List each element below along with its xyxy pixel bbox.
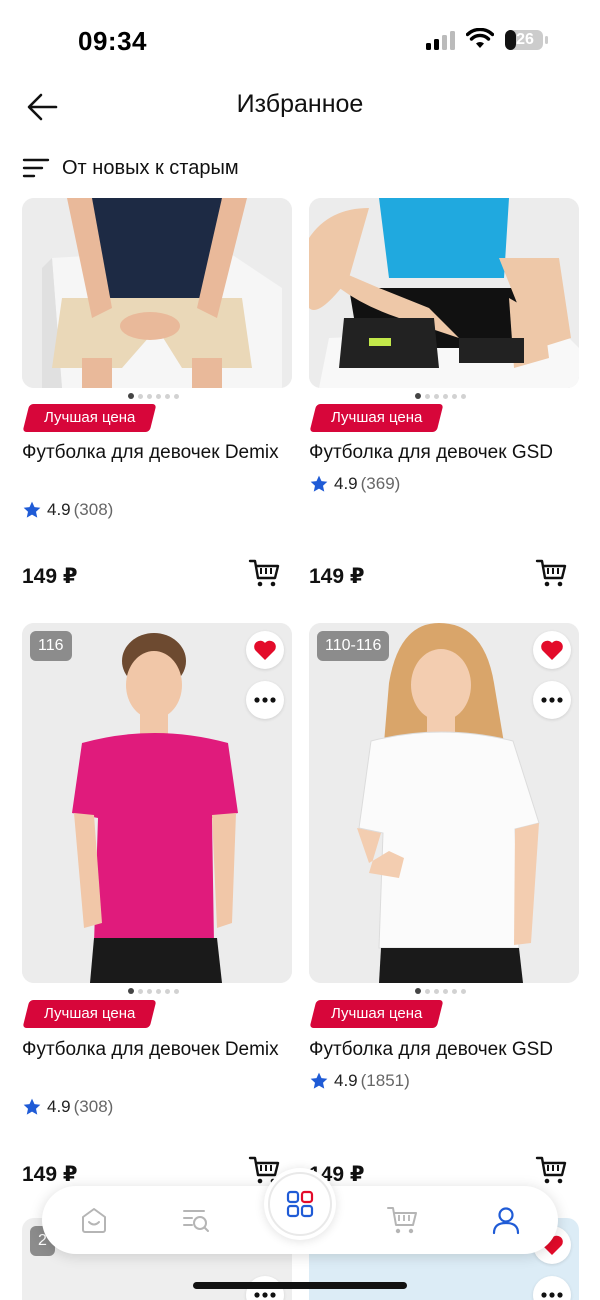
catalog-grid-button[interactable] bbox=[264, 1168, 336, 1240]
best-price-badge: Лучшая цена bbox=[22, 1000, 157, 1028]
profile-icon[interactable] bbox=[490, 1204, 522, 1236]
pager-dot bbox=[425, 393, 430, 399]
pager-dot bbox=[434, 393, 439, 399]
pager-dot bbox=[128, 393, 134, 399]
catalog-search-icon[interactable] bbox=[180, 1204, 212, 1236]
rating-value: 4.9 bbox=[47, 500, 71, 519]
product-card[interactable]: 110-116 Лучшая цена Футболка для девочек… bbox=[309, 623, 579, 1193]
more-icon bbox=[254, 697, 276, 703]
image-pager bbox=[128, 987, 179, 995]
sort-control[interactable]: От новых к старым bbox=[22, 150, 239, 186]
page-title: Избранное bbox=[236, 90, 364, 118]
rating-value: 4.9 bbox=[334, 474, 358, 493]
rating-value: 4.9 bbox=[47, 1097, 71, 1116]
wifi-icon bbox=[466, 28, 494, 48]
sort-label: От новых к старым bbox=[62, 156, 239, 179]
star-icon bbox=[310, 1072, 328, 1089]
add-to-cart-icon[interactable] bbox=[248, 558, 280, 588]
cart-icon[interactable] bbox=[386, 1204, 418, 1236]
rating-value: 4.9 bbox=[334, 1071, 358, 1090]
pager-dot bbox=[174, 988, 179, 994]
heart-icon bbox=[254, 640, 276, 660]
product-rating: 4.9 (308) bbox=[22, 1095, 113, 1119]
pager-dot bbox=[147, 393, 152, 399]
heart-icon bbox=[541, 640, 563, 660]
pager-dot bbox=[434, 988, 439, 994]
star-icon bbox=[23, 501, 41, 518]
add-to-cart-icon[interactable] bbox=[535, 1155, 567, 1185]
reviews-count: (1851) bbox=[360, 1071, 410, 1090]
product-card[interactable]: Лучшая цена Футболка для девочек Demix 4… bbox=[22, 198, 292, 598]
home-indicator[interactable] bbox=[193, 1282, 407, 1289]
image-pager bbox=[128, 392, 179, 400]
product-rating: 4.9 (369) bbox=[309, 472, 400, 496]
star-icon bbox=[23, 1098, 41, 1115]
pager-dot bbox=[415, 393, 421, 399]
pager-dot bbox=[156, 988, 161, 994]
header: Избранное bbox=[0, 80, 600, 134]
pager-dot bbox=[415, 988, 421, 994]
product-image[interactable] bbox=[309, 198, 579, 388]
add-to-cart-icon[interactable] bbox=[535, 558, 567, 588]
pager-dot bbox=[461, 393, 466, 399]
reviews-count: (308) bbox=[73, 1097, 114, 1116]
image-pager bbox=[415, 392, 466, 400]
product-name[interactable]: Футболка для девочек GSD bbox=[309, 440, 579, 466]
signal-icon bbox=[426, 31, 455, 50]
pager-dot bbox=[443, 393, 448, 399]
product-rating: 4.9 (1851) bbox=[309, 1069, 410, 1093]
product-image[interactable]: 110-116 bbox=[309, 623, 579, 983]
product-price: 149 ₽ bbox=[22, 1163, 78, 1186]
image-pager bbox=[415, 987, 466, 995]
pager-dot bbox=[443, 988, 448, 994]
best-price-badge: Лучшая цена bbox=[22, 404, 157, 432]
product-name[interactable]: Футболка для девочек GSD bbox=[309, 1037, 579, 1063]
favorite-button[interactable] bbox=[533, 631, 571, 669]
pager-dot bbox=[425, 988, 430, 994]
home-icon[interactable] bbox=[78, 1204, 110, 1236]
more-options-button[interactable] bbox=[246, 681, 284, 719]
pager-dot bbox=[128, 988, 134, 994]
size-tag: 110-116 bbox=[317, 631, 390, 661]
reviews-count: (308) bbox=[73, 500, 114, 519]
product-name[interactable]: Футболка для девочек Demix bbox=[22, 1037, 282, 1063]
more-icon bbox=[541, 697, 563, 703]
product-card[interactable]: 116 Лучшая цена Футболка для девочек Dem… bbox=[22, 623, 292, 1193]
pager-dot bbox=[461, 988, 466, 994]
pager-dot bbox=[165, 393, 170, 399]
favorite-button[interactable] bbox=[246, 631, 284, 669]
product-image[interactable]: 116 bbox=[22, 623, 292, 983]
product-price: 149 ₽ bbox=[22, 565, 78, 588]
status-time: 09:34 bbox=[78, 26, 147, 56]
pager-dot bbox=[138, 988, 143, 994]
sort-icon bbox=[22, 158, 50, 178]
pager-dot bbox=[147, 988, 152, 994]
pager-dot bbox=[156, 393, 161, 399]
pager-dot bbox=[174, 393, 179, 399]
pager-dot bbox=[452, 988, 457, 994]
size-tag: 116 bbox=[30, 631, 72, 661]
best-price-badge: Лучшая цена bbox=[309, 1000, 444, 1028]
product-rating: 4.9 (308) bbox=[22, 498, 113, 522]
pager-dot bbox=[138, 393, 143, 399]
star-icon bbox=[310, 475, 328, 492]
product-name[interactable]: Футболка для девочек Demix bbox=[22, 440, 282, 466]
button-ring bbox=[268, 1172, 332, 1236]
product-image[interactable] bbox=[22, 198, 292, 388]
pager-dot bbox=[165, 988, 170, 994]
battery-level: 26 bbox=[516, 31, 534, 48]
more-icon bbox=[254, 1292, 276, 1298]
status-bar: 09:34 26 bbox=[0, 0, 600, 80]
more-icon bbox=[541, 1292, 563, 1298]
best-price-badge: Лучшая цена bbox=[309, 404, 444, 432]
pager-dot bbox=[452, 393, 457, 399]
product-price: 149 ₽ bbox=[309, 565, 365, 588]
battery-icon: 26 bbox=[504, 29, 548, 51]
reviews-count: (369) bbox=[360, 474, 401, 493]
more-options-button[interactable] bbox=[533, 1276, 571, 1300]
product-card[interactable]: Лучшая цена Футболка для девочек GSD 4.9… bbox=[309, 198, 579, 598]
more-options-button[interactable] bbox=[533, 681, 571, 719]
